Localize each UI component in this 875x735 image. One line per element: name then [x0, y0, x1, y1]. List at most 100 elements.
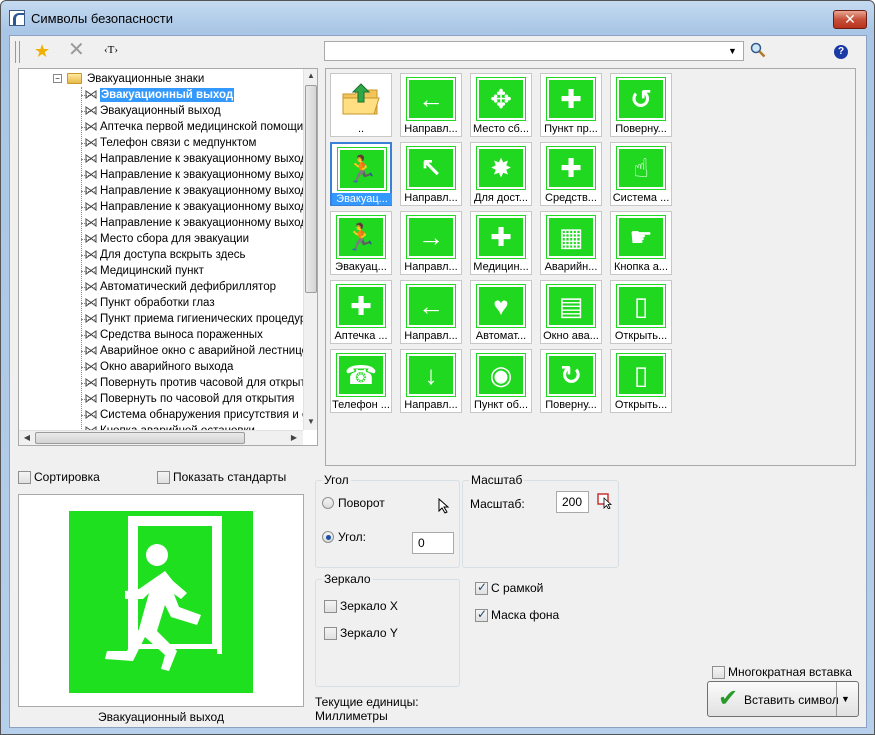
gallery-item[interactable]: ▤ Окно ава...: [540, 280, 602, 344]
gallery-item-label: Открыть...: [614, 330, 668, 342]
scale-input[interactable]: 200: [556, 491, 589, 513]
gallery-item[interactable]: ✥ Место сб...: [470, 73, 532, 137]
angle-radio[interactable]: [322, 531, 334, 543]
symbol-leaf-icon: [85, 186, 97, 195]
symbol-leaf-icon: [85, 218, 97, 227]
tree-item[interactable]: Направление к эвакуационному выходу: [19, 151, 313, 167]
tree-item[interactable]: Повернуть против часовой для открытия: [19, 375, 317, 391]
tree-item[interactable]: Средства выноса пораженных: [19, 327, 303, 343]
tree-item[interactable]: Эвакуационный выход: [19, 103, 303, 119]
tree-folder-row[interactable]: − Эвакуационные знаки: [19, 71, 303, 87]
symbol-gallery[interactable]: .. ← Направл... ✥ Место сб... ✚ Пункт пр... ↺ П…: [325, 68, 856, 466]
gallery-item[interactable]: ▯ Открыть...: [610, 349, 672, 413]
gallery-item-label: Средств...: [545, 192, 597, 204]
tree-item[interactable]: Направление к эвакуационному выходу: [19, 215, 313, 231]
gallery-item[interactable]: ← Направл...: [400, 280, 462, 344]
mirror-y-checkbox[interactable]: [324, 627, 337, 640]
scroll-right-icon[interactable]: ▶: [287, 433, 301, 442]
angle-group-title: Угол: [322, 473, 351, 487]
gallery-item[interactable]: ☝ Система ...: [610, 142, 672, 206]
tree-item[interactable]: Аварийное окно с аварийной лестницей: [19, 343, 315, 359]
units-value: Миллиметры: [315, 709, 388, 723]
gallery-item[interactable]: ◉ Пункт об...: [470, 349, 532, 413]
tree-horizontal-scrollbar[interactable]: ◀ ▶: [19, 430, 303, 445]
gallery-item[interactable]: ↓ Направл...: [400, 349, 462, 413]
gallery-up-folder[interactable]: ..: [330, 73, 392, 137]
sign-glyph: ▯: [633, 360, 649, 390]
scroll-down-icon[interactable]: ▼: [304, 417, 317, 426]
symbol-leaf-icon: [85, 266, 97, 275]
tree-item[interactable]: Место сбора для эвакуации: [19, 231, 303, 247]
tree-vertical-scrollbar[interactable]: ▲ ▼: [303, 69, 317, 430]
bg-mask-checkbox[interactable]: [475, 607, 488, 622]
tree-item[interactable]: Пункт обработки глаз: [19, 295, 303, 311]
gallery-item[interactable]: ← Направл...: [400, 73, 462, 137]
gallery-item[interactable]: ✚ Аптечка ...: [330, 280, 392, 344]
gallery-item[interactable]: ↻ Поверну...: [540, 349, 602, 413]
gallery-item[interactable]: 🏃 Эвакуац...: [330, 142, 392, 206]
tree-item[interactable]: Направление к эвакуационному выходу: [19, 183, 313, 199]
gallery-item-label: Аварийн...: [544, 261, 598, 273]
gallery-item[interactable]: ↖ Направл...: [400, 142, 462, 206]
rotate-radio[interactable]: [322, 497, 334, 509]
sign-glyph: ◉: [489, 360, 513, 390]
scroll-up-icon[interactable]: ▲: [304, 71, 317, 80]
insert-symbol-label: Вставить символ: [744, 693, 839, 707]
gallery-item[interactable]: ✚ Пункт пр...: [540, 73, 602, 137]
tree-item-selected[interactable]: Эвакуационный выход: [19, 87, 303, 103]
scroll-thumb[interactable]: [35, 432, 245, 444]
insert-symbol-button[interactable]: ✔ Вставить символ ▼: [707, 681, 859, 717]
gallery-item[interactable]: ✚ Медицин...: [470, 211, 532, 275]
gallery-item[interactable]: 🏃 Эвакуац...: [330, 211, 392, 275]
tree-item[interactable]: Система обнаружения присутствия и ор: [19, 407, 315, 423]
tree-item[interactable]: Аптечка первой медицинской помощи: [19, 119, 303, 135]
tree-item[interactable]: Для доступа вскрыть здесь: [19, 247, 303, 263]
scroll-thumb[interactable]: [305, 85, 317, 293]
chevron-down-icon[interactable]: ▼: [841, 694, 850, 704]
gallery-item[interactable]: ♥ Автомат...: [470, 280, 532, 344]
search-combobox[interactable]: [324, 41, 744, 61]
multi-insert-checkbox[interactable]: [712, 666, 725, 679]
show-standards-checkbox[interactable]: [157, 471, 170, 484]
tree-item[interactable]: Направление к эвакуационному выходу: [19, 167, 313, 183]
delete-x-icon[interactable]: ✕: [68, 40, 85, 60]
tree-item-label: Автоматический дефибриллятор: [100, 281, 276, 293]
gallery-item[interactable]: ▯ Открыть...: [610, 280, 672, 344]
tree-item[interactable]: Пункт приема гигиенических процедур: [19, 311, 306, 327]
help-icon[interactable]: ?: [834, 45, 848, 59]
chevron-down-icon[interactable]: ▼: [728, 42, 737, 60]
symbol-leaf-icon: [85, 298, 97, 307]
search-icon[interactable]: [750, 42, 766, 58]
tree-item[interactable]: Окно аварийного выхода: [19, 359, 303, 375]
gallery-item[interactable]: ✚ Средств...: [540, 142, 602, 206]
tree-item[interactable]: Повернуть по часовой для открытия: [19, 391, 303, 407]
tree-item[interactable]: Направление к эвакуационному выходу: [19, 199, 313, 215]
close-button[interactable]: ✕: [833, 10, 867, 29]
symbol-tree[interactable]: − Эвакуационные знаки Эвакуационный выхо…: [18, 68, 318, 446]
tree-item-label: Средства выноса пораженных: [100, 329, 263, 341]
gallery-item[interactable]: ☎ Телефон ...: [330, 349, 392, 413]
gallery-item[interactable]: → Направл...: [400, 211, 462, 275]
sort-checkbox[interactable]: [18, 471, 31, 484]
gallery-item[interactable]: ↺ Поверну...: [610, 73, 672, 137]
sign-glyph: ✚: [350, 291, 372, 321]
tree-item[interactable]: Медицинский пункт: [19, 263, 303, 279]
toolbar-grip[interactable]: [15, 41, 20, 63]
gallery-item[interactable]: ✸ Для дост...: [470, 142, 532, 206]
tree-item-label: Эвакуационный выход: [100, 105, 221, 117]
angle-input[interactable]: 0: [412, 532, 454, 554]
title-bar[interactable]: Символы безопасности ✕: [1, 1, 874, 35]
safety-sign-thumbnail: ▦: [546, 215, 596, 259]
mirror-x-checkbox[interactable]: [324, 600, 337, 613]
text-tool-icon[interactable]: ‹T›: [104, 44, 118, 56]
symbol-leaf-icon: [85, 138, 97, 147]
pick-scale-icon[interactable]: [597, 493, 613, 509]
tree-item[interactable]: Телефон связи с медпунктом: [19, 135, 303, 151]
with-frame-checkbox[interactable]: [475, 580, 488, 595]
gallery-item[interactable]: ☛ Кнопка а...: [610, 211, 672, 275]
scroll-left-icon[interactable]: ◀: [20, 433, 34, 442]
tree-item[interactable]: Автоматический дефибриллятор: [19, 279, 303, 295]
favorite-star-icon[interactable]: ★: [34, 42, 50, 60]
gallery-item[interactable]: ▦ Аварийн...: [540, 211, 602, 275]
collapse-icon[interactable]: −: [53, 74, 62, 83]
